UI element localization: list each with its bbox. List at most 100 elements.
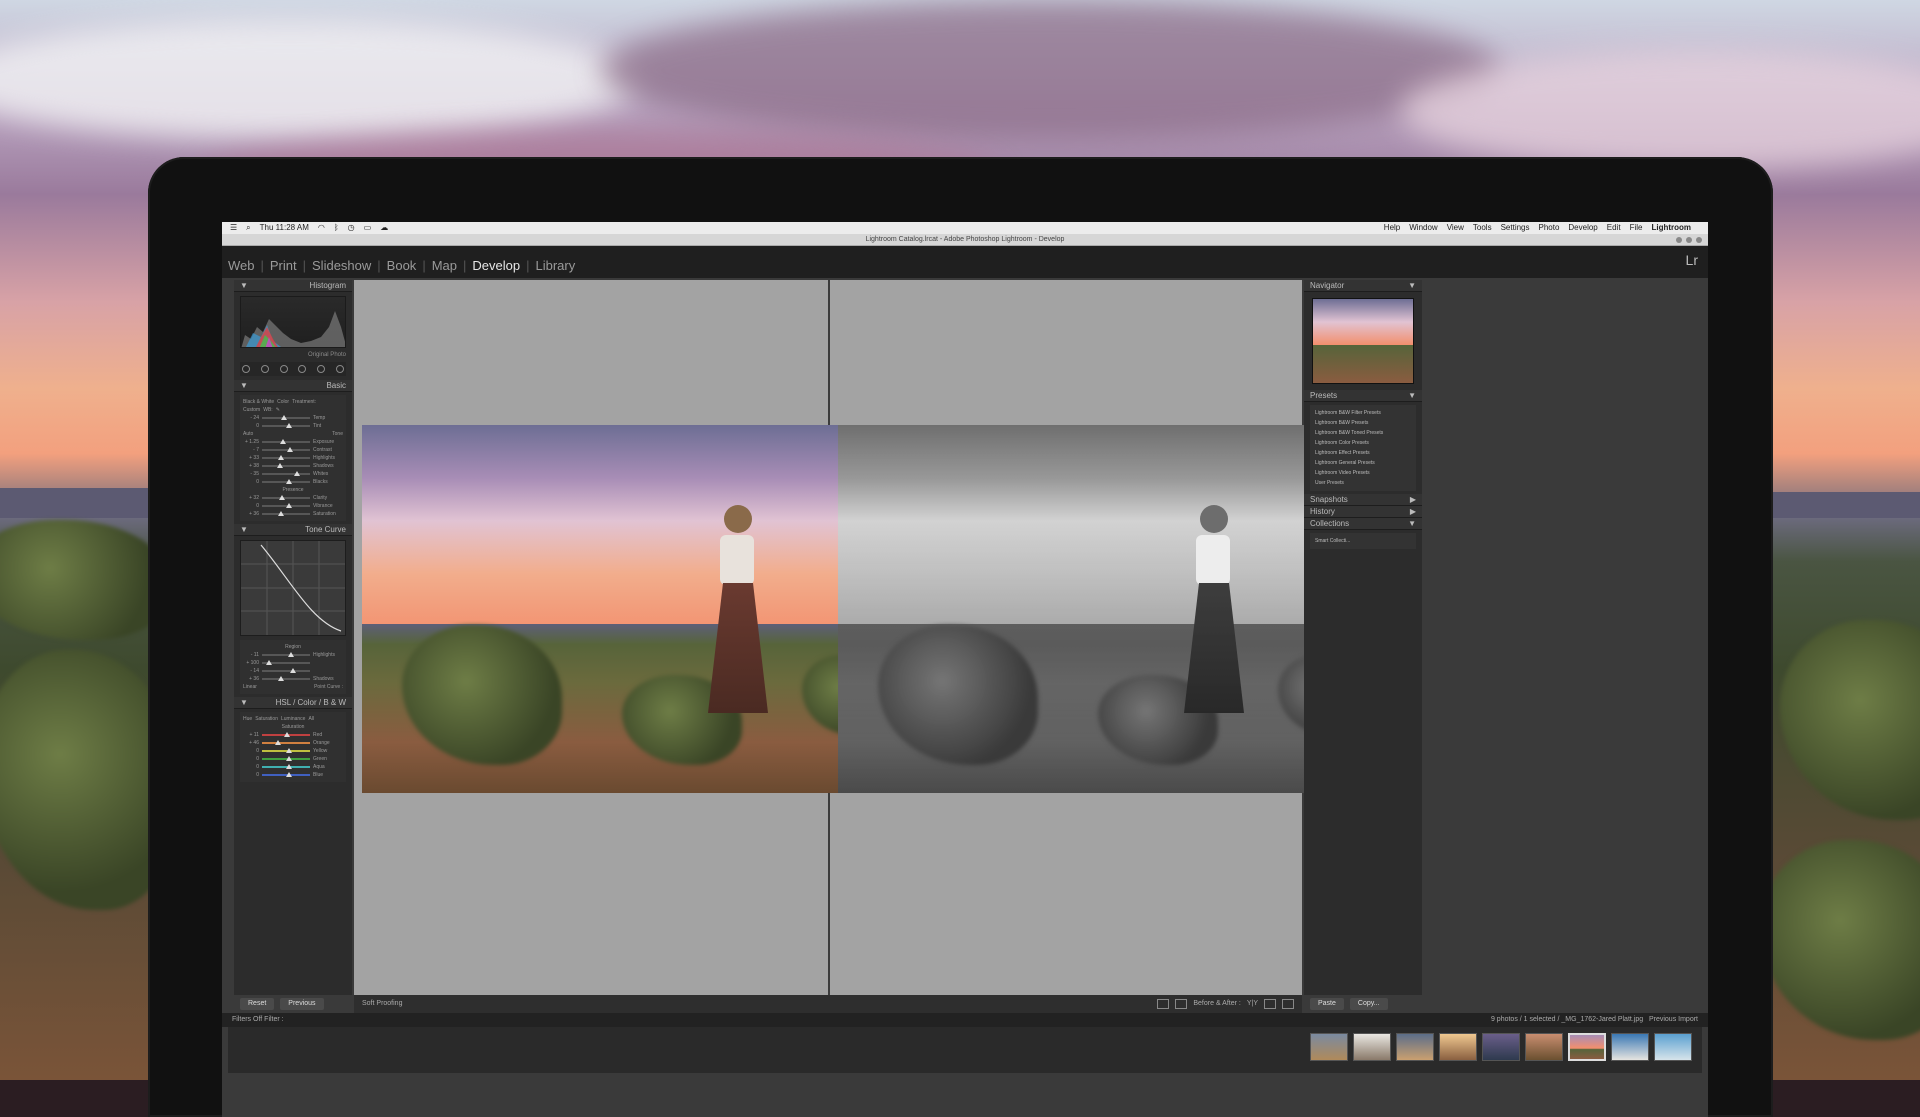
clarity-value[interactable]: + 32 <box>243 495 259 501</box>
swap-icon[interactable] <box>1157 999 1170 1009</box>
tc-highlights-slider[interactable] <box>262 652 310 657</box>
temp-value[interactable]: - 24 <box>243 415 259 421</box>
hsl-blue-slider[interactable] <box>262 772 310 777</box>
red-eye-icon[interactable] <box>279 365 288 373</box>
tc-shadows-slider[interactable] <box>262 676 310 681</box>
navigator-thumbnail[interactable] <box>1312 298 1414 384</box>
loupe-view-icon[interactable] <box>1282 999 1294 1009</box>
preset-item[interactable]: Lightroom Color Presets <box>1315 438 1411 448</box>
spot-removal-icon[interactable] <box>260 365 269 373</box>
menu-window[interactable]: Window <box>1409 222 1437 234</box>
tc-darks-slider[interactable] <box>262 668 310 673</box>
tab-luminance[interactable]: Luminance <box>281 716 305 722</box>
radial-filter-icon[interactable] <box>316 365 325 373</box>
bluetooth-icon[interactable]: ᛒ <box>334 222 339 234</box>
hsl-yellow-value[interactable]: 0 <box>243 748 259 754</box>
hsl-red-slider[interactable] <box>262 732 310 737</box>
histogram-header[interactable]: ▼ Histogram <box>234 280 352 292</box>
shadows-slider[interactable] <box>262 463 310 468</box>
preset-item[interactable]: Lightroom B&W Toned Presets <box>1315 428 1411 438</box>
tc-lights-value[interactable]: + 100 <box>243 660 259 666</box>
hsl-orange-value[interactable]: + 46 <box>243 740 259 746</box>
eyedropper-icon[interactable]: ✎ <box>276 407 280 413</box>
tc-highlights-value[interactable]: - 11 <box>243 652 259 658</box>
preset-item[interactable]: User Presets <box>1315 478 1411 488</box>
cloud-icon[interactable]: ☁ <box>380 222 388 234</box>
soft-proofing-checkbox[interactable]: Soft Proofing <box>362 995 402 1013</box>
hsl-blue-value[interactable]: 0 <box>243 772 259 778</box>
exposure-slider[interactable] <box>262 439 310 444</box>
whites-slider[interactable] <box>262 471 310 476</box>
hsl-orange-slider[interactable] <box>262 740 310 745</box>
tone-curve-header[interactable]: ▼ Tone Curve <box>234 524 352 536</box>
clarity-slider[interactable] <box>262 495 310 500</box>
temp-slider[interactable] <box>262 415 310 420</box>
tint-value[interactable]: 0 <box>243 423 259 429</box>
copy-settings-icon[interactable] <box>1175 999 1188 1009</box>
hsl-aqua-value[interactable]: 0 <box>243 764 259 770</box>
tab-hue[interactable]: Hue <box>243 716 252 722</box>
menu-view[interactable]: View <box>1447 222 1464 234</box>
module-slideshow[interactable]: Slideshow <box>312 258 371 273</box>
before-photo[interactable] <box>362 425 910 793</box>
tc-darks-value[interactable]: - 14 <box>243 668 259 674</box>
hsl-red-value[interactable]: + 11 <box>243 732 260 738</box>
hsl-yellow-slider[interactable] <box>262 748 310 753</box>
highlights-value[interactable]: + 33 <box>243 455 259 461</box>
tab-all[interactable]: All <box>308 716 314 722</box>
menu-photo[interactable]: Photo <box>1539 222 1560 234</box>
filmstrip-thumb-selected[interactable] <box>1568 1033 1606 1061</box>
contrast-value[interactable]: - 7 <box>243 447 259 453</box>
point-curve-value[interactable]: Linear <box>243 684 257 690</box>
module-develop[interactable]: Develop <box>472 258 520 273</box>
adjustment-brush-icon[interactable] <box>335 365 344 373</box>
time-machine-icon[interactable]: ◷ <box>348 222 355 234</box>
paste-button[interactable]: Paste <box>1310 998 1344 1010</box>
filmstrip-thumb[interactable] <box>1654 1033 1692 1061</box>
filter-control[interactable]: Filters Off Filter : <box>232 1013 284 1027</box>
collections-header[interactable]: Collections ▼ <box>1304 518 1422 530</box>
filmstrip-thumb[interactable] <box>1482 1033 1520 1061</box>
survey-view-icon[interactable] <box>1264 999 1276 1009</box>
module-library[interactable]: Library <box>535 258 575 273</box>
exposure-value[interactable]: + 1.25 <box>243 439 259 445</box>
menu-help[interactable]: Help <box>1384 222 1400 234</box>
basic-header[interactable]: ▼ Basic <box>234 380 352 392</box>
contrast-slider[interactable] <box>262 447 310 452</box>
highlights-slider[interactable] <box>262 455 310 460</box>
hsl-green-slider[interactable] <box>262 756 310 761</box>
module-book[interactable]: Book <box>387 258 417 273</box>
filmstrip-thumb[interactable] <box>1611 1033 1649 1061</box>
wb-value[interactable]: Custom <box>243 407 260 413</box>
wifi-icon[interactable]: ◠ <box>318 222 325 234</box>
shadows-value[interactable]: + 38 <box>243 463 259 469</box>
close-button[interactable] <box>1696 237 1702 243</box>
navigator-header[interactable]: Navigator ▼ <box>1304 280 1422 292</box>
tone-curve-graph[interactable] <box>240 540 346 636</box>
menu-file[interactable]: File <box>1630 222 1643 234</box>
filmstrip-thumb[interactable] <box>1439 1033 1477 1061</box>
menu-tools[interactable]: Tools <box>1473 222 1492 234</box>
module-web[interactable]: Web <box>228 258 255 273</box>
tc-shadows-value[interactable]: + 36 <box>243 676 259 682</box>
tc-lights-slider[interactable] <box>262 660 310 665</box>
vibrance-slider[interactable] <box>262 503 310 508</box>
whites-value[interactable]: - 35 <box>243 471 259 477</box>
preset-item[interactable]: Lightroom B&W Presets <box>1315 418 1411 428</box>
hsl-green-value[interactable]: 0 <box>243 756 259 762</box>
presets-header[interactable]: Presets ▼ <box>1304 390 1422 402</box>
treatment-bw[interactable]: Black & White <box>243 399 274 405</box>
tab-saturation[interactable]: Saturation <box>255 716 278 722</box>
blacks-slider[interactable] <box>262 479 310 484</box>
saturation-slider[interactable] <box>262 511 310 516</box>
search-icon[interactable]: ⌕ <box>246 222 250 234</box>
history-header[interactable]: History ▶ <box>1304 506 1422 518</box>
display-icon[interactable]: ▭ <box>364 222 372 234</box>
filmstrip-thumb[interactable] <box>1396 1033 1434 1061</box>
zoom-button[interactable] <box>1676 237 1682 243</box>
previous-button[interactable]: Previous <box>280 998 324 1010</box>
menu-settings[interactable]: Settings <box>1501 222 1530 234</box>
smart-collections-item[interactable]: Smart Collecti... <box>1315 536 1411 546</box>
before-after-mode[interactable]: Y|Y <box>1247 995 1258 1013</box>
hsl-header[interactable]: ▼ HSL / Color / B & W <box>234 697 352 709</box>
